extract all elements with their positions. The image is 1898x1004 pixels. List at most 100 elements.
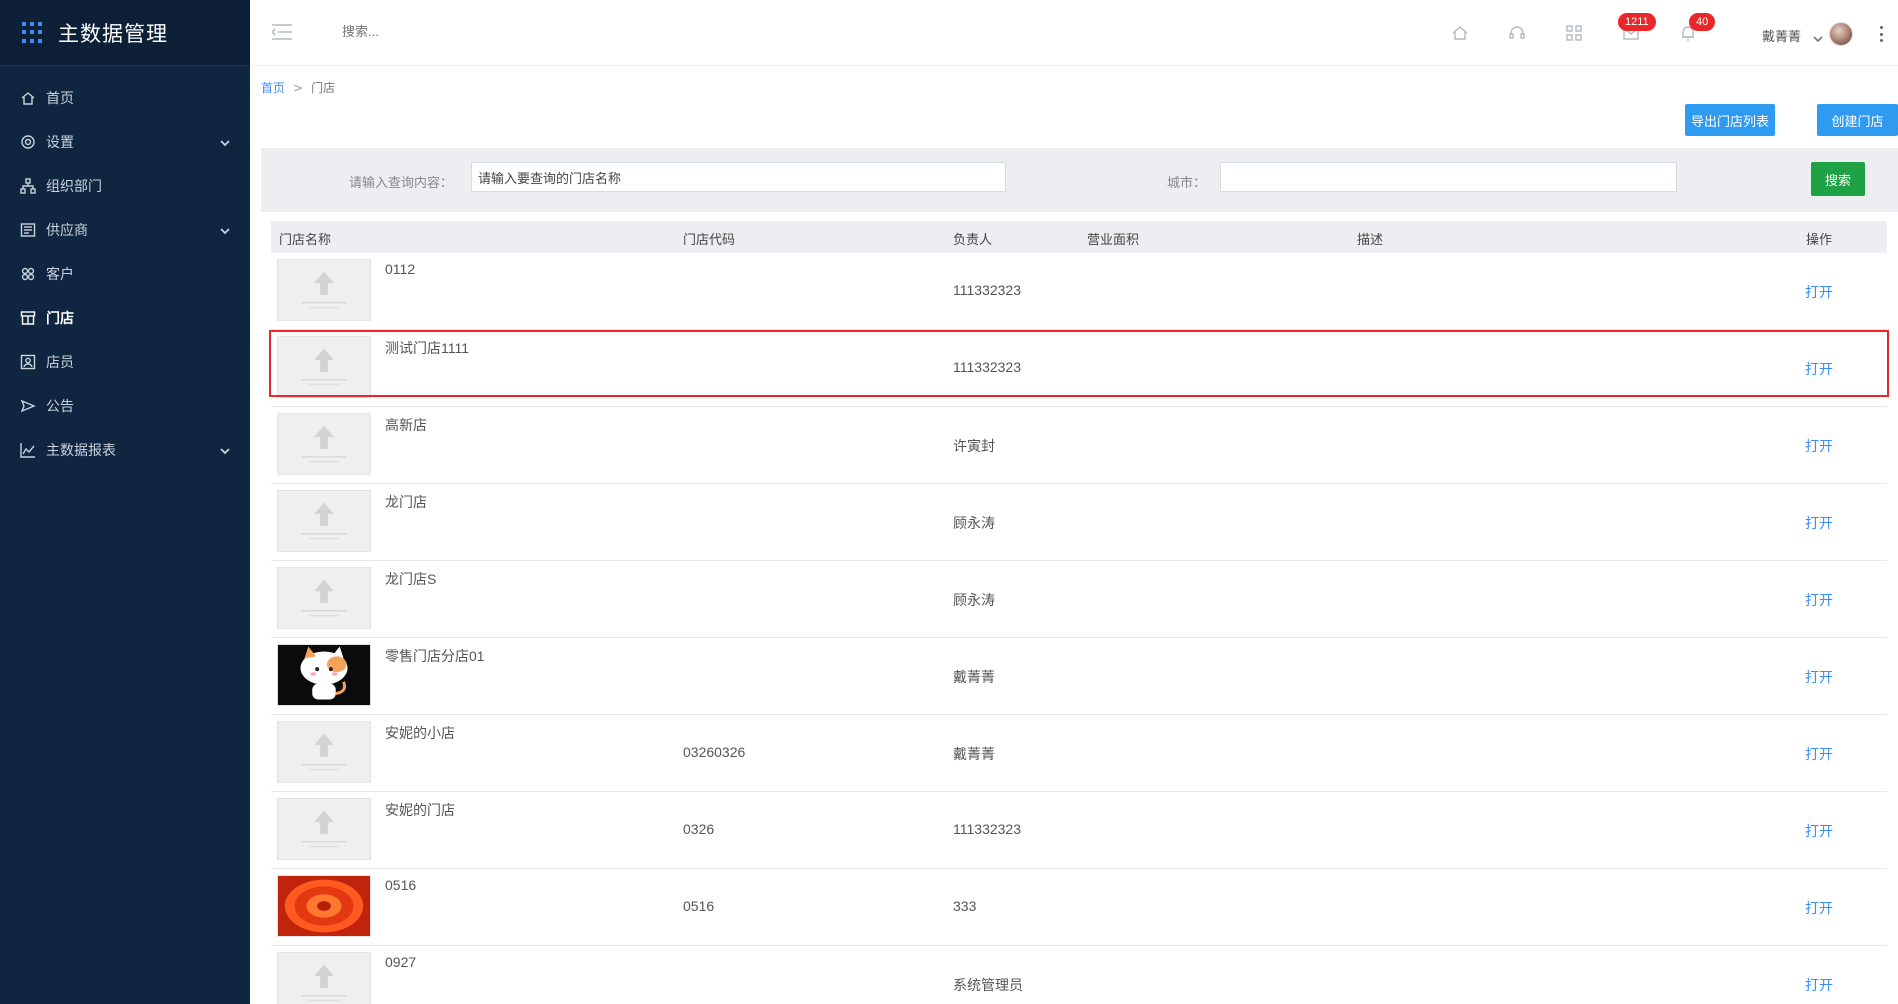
store-table: 门店名称 门店代码 负责人 营业面积 描述 操作 0112 111332323 打开… (269, 221, 1889, 1004)
table-row: 高新店 许寅封 打开 (271, 407, 1887, 484)
chevron-down-icon (220, 444, 230, 455)
store-thumbnail (277, 644, 371, 706)
sidebar-item-label: 公告 (46, 399, 74, 415)
store-code-cell: 03260326 (683, 744, 746, 760)
table-row: 0112 111332323 打开 (271, 253, 1887, 330)
search-button[interactable]: 搜索 (1811, 162, 1865, 196)
store-name-cell: 0516 (385, 877, 417, 893)
sidebar-item-1[interactable]: 设置 (0, 120, 250, 164)
table-row: 安妮的小店 03260326 戴菁菁 打开 (271, 715, 1887, 792)
open-store-link[interactable]: 打开 (1805, 436, 1833, 456)
open-store-link[interactable]: 打开 (1805, 359, 1833, 379)
more-options-icon[interactable] (1880, 26, 1884, 42)
city-input[interactable] (1220, 162, 1677, 192)
avatar[interactable] (1829, 22, 1853, 46)
store-manager-cell: 111332323 (953, 359, 1021, 375)
sidebar: 主数据管理 首页设置组织部门 供应商 客户门店店员公告主数据报表 (0, 0, 250, 1004)
sidebar-item-label: 门店 (46, 311, 74, 327)
store-thumbnail (277, 721, 371, 783)
export-stores-button[interactable]: 导出门店列表 (1685, 104, 1775, 136)
app-title: 主数据管理 (58, 21, 168, 46)
breadcrumb-home-link[interactable]: 首页 (261, 81, 285, 95)
open-store-link[interactable]: 打开 (1805, 282, 1833, 302)
store-manager-cell: 许寅封 (953, 438, 995, 454)
sidebar-item-5[interactable]: 门店 (0, 296, 250, 340)
create-store-button[interactable]: 创建门店 (1817, 104, 1898, 136)
menu-toggle-icon[interactable] (270, 24, 292, 40)
city-label: 城市： (1167, 176, 1207, 191)
notifications-badge: 40 (1689, 13, 1716, 31)
sidebar-item-label: 首页 (46, 91, 74, 107)
supplier-icon (20, 222, 36, 238)
table-row: 龙门店S 顾永涛 打开 (271, 561, 1887, 638)
store-thumbnail (277, 259, 371, 321)
breadcrumb-separator: > (293, 81, 304, 95)
store-icon (20, 310, 36, 326)
sidebar-item-4[interactable]: 客户 (0, 252, 250, 296)
store-name-cell: 零售门店分店01 (385, 648, 485, 664)
chart-icon (20, 442, 36, 458)
gear-icon (20, 134, 36, 150)
headset-icon[interactable] (1508, 24, 1526, 42)
brand: 主数据管理 (0, 0, 250, 66)
sidebar-item-6[interactable]: 店员 (0, 340, 250, 384)
chevron-down-icon (220, 136, 230, 147)
open-store-link[interactable]: 打开 (1805, 590, 1833, 610)
table-row: 0516 0516 333 打开 (271, 869, 1887, 946)
home-icon[interactable] (1451, 24, 1469, 42)
store-name-query-input[interactable] (471, 162, 1006, 192)
store-manager-cell: 111332323 (953, 821, 1021, 837)
store-name-cell: 龙门店S (385, 571, 437, 587)
store-manager-cell: 顾永涛 (953, 592, 995, 608)
table-row: 零售门店分店01 戴菁菁 打开 (271, 638, 1887, 715)
open-store-link[interactable]: 打开 (1805, 667, 1833, 687)
sidebar-item-label: 设置 (46, 135, 74, 151)
home-icon (20, 90, 36, 106)
username[interactable]: 戴菁菁 (1762, 26, 1801, 45)
col-header-code: 门店代码 (683, 233, 736, 248)
col-header-action: 操作 (1806, 233, 1833, 248)
store-name-cell: 龙门店 (385, 494, 427, 510)
sidebar-item-2[interactable]: 组织部门 (0, 164, 250, 208)
store-name-cell: 0112 (385, 261, 416, 277)
store-manager-cell: 戴菁菁 (953, 746, 995, 762)
store-code-cell: 0516 (683, 898, 715, 914)
top-header: 1211 40 戴菁菁 (250, 0, 1898, 66)
breadcrumb-current: 门店 (311, 81, 336, 95)
sidebar-item-0[interactable]: 首页 (0, 76, 250, 120)
store-manager-cell: 111332323 (953, 282, 1021, 298)
table-body: 0112 111332323 打开 测试门店1111 111332323 打开 高新店 许寅封… (269, 253, 1889, 1004)
store-name-cell: 测试门店1111 (385, 340, 470, 356)
store-name-cell: 0927 (385, 954, 417, 970)
table-row: 0927 系统管理员 打开 (271, 946, 1887, 1004)
global-search-input[interactable] (342, 24, 542, 39)
announcement-icon (20, 398, 36, 414)
store-name-cell: 安妮的小店 (385, 725, 455, 741)
sidebar-item-3[interactable]: 供应商 (0, 208, 250, 252)
staff-icon (20, 354, 36, 370)
chevron-down-icon[interactable] (1813, 29, 1823, 43)
grid-logo-icon (22, 21, 44, 44)
col-header-manager: 负责人 (953, 233, 993, 248)
query-label: 请输入查询内容： (349, 176, 454, 191)
app-root: 主数据管理 首页设置组织部门供应商客户门店店员公告主数据报表 1211 40 戴… (0, 0, 1898, 1004)
store-manager-cell: 333 (953, 898, 977, 914)
store-thumbnail (277, 798, 371, 860)
apps-grid-icon[interactable] (1565, 24, 1583, 42)
col-header-description: 描述 (1357, 233, 1384, 248)
breadcrumb: 首页 > 门店 (261, 79, 335, 96)
open-store-link[interactable]: 打开 (1805, 513, 1833, 533)
messages-badge: 1211 (1618, 13, 1656, 31)
open-store-link[interactable]: 打开 (1805, 975, 1833, 995)
store-thumbnail (277, 413, 371, 475)
sidebar-item-8[interactable]: 主数据报表 (0, 428, 250, 472)
store-thumbnail (277, 952, 371, 1004)
open-store-link[interactable]: 打开 (1805, 744, 1833, 764)
open-store-link[interactable]: 打开 (1805, 898, 1833, 918)
table-row: 安妮的门店 0326 111332323 打开 (271, 792, 1887, 869)
sidebar-item-7[interactable]: 公告 (0, 384, 250, 428)
store-thumbnail (277, 490, 371, 552)
chevron-down-icon (220, 224, 230, 235)
store-code-cell: 0326 (683, 821, 715, 837)
open-store-link[interactable]: 打开 (1805, 821, 1833, 841)
